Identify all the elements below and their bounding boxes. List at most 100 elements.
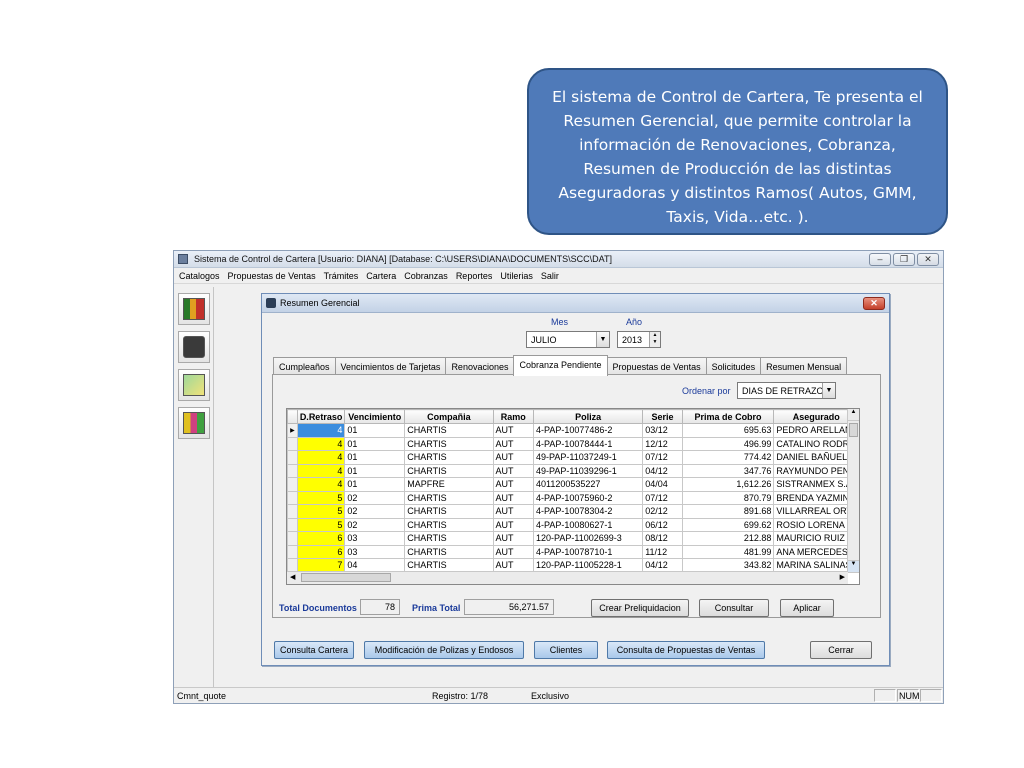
spin-arrows-icon[interactable]: ▲ ▼ — [649, 332, 660, 347]
cell-poliza[interactable]: 4-PAP-10075960-2 — [533, 490, 644, 505]
consultar-button[interactable]: Consultar — [699, 599, 769, 617]
scroll-thumb[interactable] — [849, 423, 858, 437]
crear-preliquidacion-button[interactable]: Crear Preliquidacion — [591, 599, 689, 617]
horizontal-scrollbar[interactable]: ◀ ▶ — [287, 571, 848, 584]
cell-poliza[interactable]: 4-PAP-10078304-2 — [533, 504, 644, 519]
table-row[interactable]: 5 02 CHARTIS AUT 4-PAP-10078304-2 02/12 891.68… — [287, 504, 859, 519]
chevron-down-icon[interactable]: ▼ — [596, 332, 609, 347]
cell-vencimiento[interactable]: 01 — [344, 423, 406, 438]
table-row[interactable]: 5 02 CHARTIS AUT 4-PAP-10080627-1 06/12 699.62… — [287, 517, 859, 532]
cell-poliza[interactable]: 4-PAP-10078710-1 — [533, 544, 644, 559]
cell-compania[interactable]: CHARTIS — [404, 490, 494, 505]
cell-vencimiento[interactable]: 02 — [344, 490, 406, 505]
cell-vencimiento[interactable]: 02 — [344, 504, 406, 519]
cell-serie[interactable]: 04/12 — [642, 463, 683, 478]
cell-compania[interactable]: CHARTIS — [404, 423, 494, 438]
clientes-button[interactable]: Clientes — [534, 641, 598, 659]
cell-serie[interactable]: 07/12 — [642, 490, 683, 505]
tool-button-search[interactable] — [178, 331, 210, 363]
cell-serie[interactable]: 04/12 — [642, 558, 683, 573]
cell-prima[interactable]: 347.76 — [681, 463, 775, 478]
scroll-right-icon[interactable]: ▶ — [840, 573, 845, 581]
header-serie[interactable]: Serie — [642, 409, 683, 424]
cell-dretraso[interactable]: 5 — [296, 490, 346, 505]
tab-cobranza-pendiente[interactable]: Cobranza Pendiente — [513, 355, 608, 376]
cell-vencimiento[interactable]: 02 — [344, 517, 406, 532]
consulta-cartera-button[interactable]: Consulta Cartera — [274, 641, 354, 659]
menu-cartera[interactable]: Cartera — [366, 271, 396, 281]
cell-serie[interactable]: 08/12 — [642, 531, 683, 546]
row-selector[interactable] — [287, 544, 298, 559]
table-row[interactable]: 4 01 MAPFRE AUT 4011200535227 04/04 1,612.26 SI… — [287, 477, 859, 492]
table-row[interactable]: 4 01 CHARTIS AUT 49-PAP-11037249-1 07/12 774.4… — [287, 450, 859, 465]
cell-serie[interactable]: 06/12 — [642, 517, 683, 532]
row-selector[interactable] — [287, 558, 298, 573]
cell-vencimiento[interactable]: 04 — [344, 558, 406, 573]
cell-asegurado[interactable]: VILLARREAL ORTI — [773, 504, 859, 519]
cell-poliza[interactable]: 49-PAP-11037249-1 — [533, 450, 644, 465]
menu-tramites[interactable]: Trámites — [324, 271, 359, 281]
table-row[interactable]: 4 01 CHARTIS AUT 4-PAP-10078444-1 12/12 496.99… — [287, 436, 859, 451]
cell-serie[interactable]: 11/12 — [642, 544, 683, 559]
menu-catalogos[interactable]: Catalogos — [179, 271, 220, 281]
table-row[interactable]: 6 03 CHARTIS AUT 4-PAP-10078710-1 11/12 481.99… — [287, 544, 859, 559]
cell-asegurado[interactable]: ROSIO LORENA B — [773, 517, 859, 532]
row-selector[interactable] — [287, 504, 298, 519]
header-poliza[interactable]: Poliza — [533, 409, 644, 424]
cell-ramo[interactable]: AUT — [492, 531, 535, 546]
cell-poliza[interactable]: 4011200535227 — [533, 477, 644, 492]
header-vencimiento[interactable]: Vencimiento — [344, 409, 406, 424]
menu-propuestas[interactable]: Propuestas de Ventas — [228, 271, 316, 281]
cell-compania[interactable]: CHARTIS — [404, 531, 494, 546]
chevron-down-icon[interactable]: ▼ — [822, 383, 835, 398]
cell-dretraso[interactable]: 4 — [296, 450, 346, 465]
cell-vencimiento[interactable]: 03 — [344, 544, 406, 559]
tool-button-docs[interactable] — [178, 369, 210, 401]
menu-cobranzas[interactable]: Cobranzas — [404, 271, 448, 281]
cell-ramo[interactable]: AUT — [492, 450, 535, 465]
cell-dretraso[interactable]: 5 — [296, 517, 346, 532]
cell-prima[interactable]: 481.99 — [681, 544, 775, 559]
cell-dretraso[interactable]: 6 — [296, 544, 346, 559]
cell-ramo[interactable]: AUT — [492, 517, 535, 532]
cell-poliza[interactable]: 4-PAP-10077486-2 — [533, 423, 644, 438]
row-pointer-icon[interactable]: ▶ — [287, 423, 298, 438]
cell-dretraso[interactable]: 4 — [296, 423, 346, 438]
cell-compania[interactable]: CHARTIS — [404, 504, 494, 519]
cell-vencimiento[interactable]: 03 — [344, 531, 406, 546]
row-selector[interactable] — [287, 531, 298, 546]
cell-ramo[interactable]: AUT — [492, 558, 535, 573]
aplicar-button[interactable]: Aplicar — [780, 599, 834, 617]
anio-stepper[interactable]: 2013 ▲ ▼ — [617, 331, 661, 348]
cell-ramo[interactable]: AUT — [492, 463, 535, 478]
header-ramo[interactable]: Ramo — [492, 409, 535, 424]
cell-prima[interactable]: 699.62 — [681, 517, 775, 532]
cell-compania[interactable]: CHARTIS — [404, 450, 494, 465]
scroll-left-icon[interactable]: ◀ — [290, 573, 295, 581]
row-selector[interactable] — [287, 517, 298, 532]
cell-serie[interactable]: 12/12 — [642, 436, 683, 451]
cell-poliza[interactable]: 49-PAP-11039296-1 — [533, 463, 644, 478]
row-selector[interactable] — [287, 477, 298, 492]
menu-reportes[interactable]: Reportes — [456, 271, 493, 281]
menu-utilerias[interactable]: Utilerias — [500, 271, 533, 281]
close-icon[interactable]: ✕ — [917, 252, 939, 266]
cell-ramo[interactable]: AUT — [492, 477, 535, 492]
cobranza-grid[interactable]: D.Retraso Vencimiento Compañia Ramo Poli… — [286, 408, 860, 585]
cell-dretraso[interactable]: 6 — [296, 531, 346, 546]
cell-compania[interactable]: CHARTIS — [404, 544, 494, 559]
cell-compania[interactable]: CHARTIS — [404, 463, 494, 478]
cell-ramo[interactable]: AUT — [492, 436, 535, 451]
consulta-propuestas-button[interactable]: Consulta de Propuestas de Ventas — [607, 641, 765, 659]
minimize-icon[interactable]: – — [869, 252, 891, 266]
cell-prima[interactable]: 496.99 — [681, 436, 775, 451]
cell-vencimiento[interactable]: 01 — [344, 450, 406, 465]
cell-dretraso[interactable]: 4 — [296, 463, 346, 478]
cell-serie[interactable]: 07/12 — [642, 450, 683, 465]
cell-asegurado[interactable]: SISTRANMEX S.A. — [773, 477, 859, 492]
menu-salir[interactable]: Salir — [541, 271, 559, 281]
cell-poliza[interactable]: 4-PAP-10080627-1 — [533, 517, 644, 532]
table-row[interactable]: 5 02 CHARTIS AUT 4-PAP-10075960-2 07/12 870.79… — [287, 490, 859, 505]
header-dretraso[interactable]: D.Retraso — [296, 409, 346, 424]
table-row[interactable]: ▶ 4 01 CHARTIS AUT 4-PAP-10077486-2 03/12 695.6… — [287, 423, 859, 438]
